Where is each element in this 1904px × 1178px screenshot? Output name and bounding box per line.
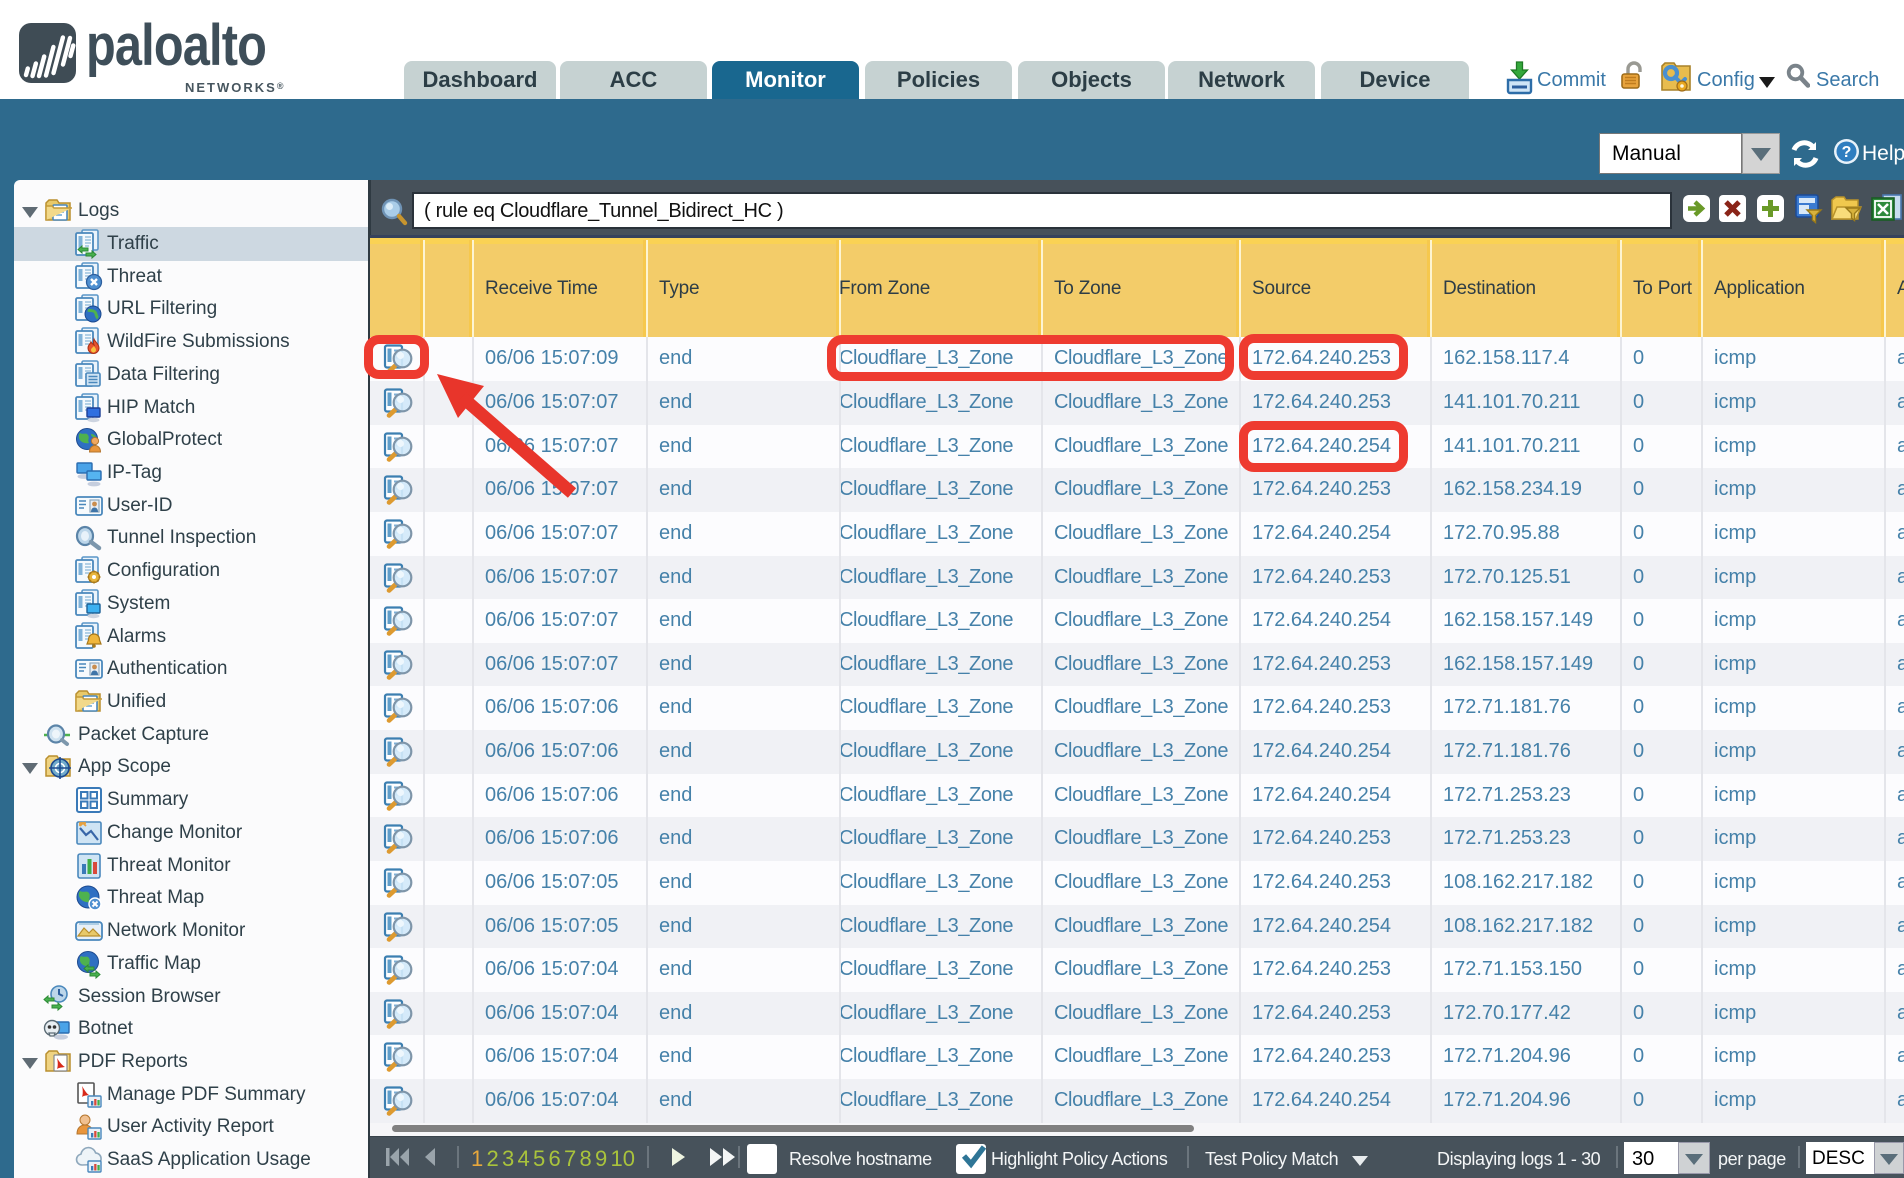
svg-text:?: ? [1842,144,1852,161]
